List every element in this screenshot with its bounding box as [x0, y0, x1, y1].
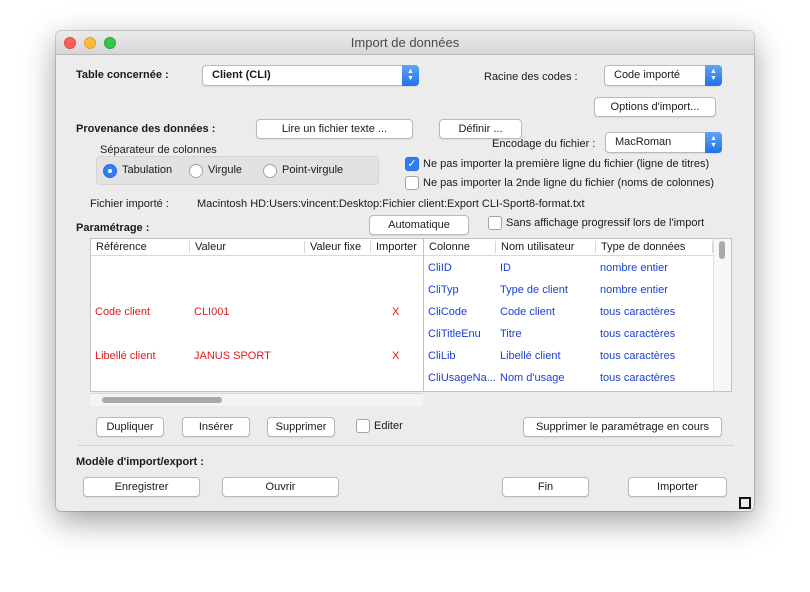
provenance-label: Provenance des données : — [76, 123, 216, 135]
header-importer[interactable]: Importer — [376, 241, 417, 253]
fichier-importe-value: Macintosh HD:Users:vincent:Desktop:Fichi… — [197, 198, 585, 210]
automatique-button[interactable]: Automatique — [369, 215, 469, 235]
header-nom-utilisateur[interactable]: Nom utilisateur — [501, 241, 574, 253]
encodage-value: MacRoman — [615, 136, 672, 148]
col-user-name[interactable]: Nom d'usage — [500, 372, 564, 384]
radio-tabulation[interactable] — [103, 164, 117, 178]
racine-value: Code importé — [614, 69, 681, 81]
vscroll-thumb[interactable] — [719, 241, 725, 259]
left-table-header: Référence Valeur Valeur fixe Importer — [91, 239, 423, 256]
left-table-hscrollbar[interactable] — [90, 393, 423, 406]
row-ref[interactable]: Code client — [95, 306, 150, 318]
parametrage-label: Paramétrage : — [76, 222, 150, 234]
radio-point-virgule-label: Point-virgule — [282, 164, 344, 176]
right-table-header: Colonne Nom utilisateur Type de données — [424, 239, 731, 256]
row-valeur[interactable]: JANUS SPORT — [194, 350, 271, 362]
column-divider — [495, 241, 496, 253]
col-name[interactable]: CliID — [428, 262, 452, 274]
separateur-group: Tabulation Virgule Point-virgule — [96, 156, 379, 185]
lire-fichier-button[interactable]: Lire un fichier texte ... — [256, 119, 413, 139]
header-valeur-fixe[interactable]: Valeur fixe — [310, 241, 361, 253]
import-window: Import de données Table concernée : Clie… — [56, 31, 754, 511]
fichier-importe-label: Fichier importé : — [90, 198, 169, 210]
racine-label: Racine des codes : — [484, 71, 578, 83]
resize-grip-icon[interactable] — [739, 497, 751, 509]
checkbox-sans-affichage[interactable] — [488, 216, 502, 230]
window-title: Import de données — [350, 35, 460, 50]
checkbox-premiere-ligne[interactable]: ✓ — [405, 157, 419, 171]
table-concernee-value: Client (CLI) — [212, 69, 271, 81]
right-table-vscrollbar[interactable] — [713, 239, 731, 391]
col-name[interactable]: CliTyp — [428, 284, 459, 296]
encodage-select[interactable]: MacRoman ▲ ▼ — [605, 132, 722, 153]
table-concernee-label: Table concernée : — [76, 69, 169, 81]
checkbox-seconde-ligne[interactable] — [405, 176, 419, 190]
column-divider — [304, 241, 305, 253]
dupliquer-button[interactable]: Dupliquer — [96, 417, 164, 437]
col-name[interactable]: CliLib — [428, 350, 456, 362]
header-colonne[interactable]: Colonne — [429, 241, 470, 253]
radio-tabulation-label: Tabulation — [122, 164, 173, 176]
column-divider — [189, 241, 190, 253]
col-name[interactable]: CliTitleEnu — [428, 328, 481, 340]
col-type[interactable]: nombre entier — [600, 262, 668, 274]
chevron-updown-icon: ▲ ▼ — [705, 132, 722, 153]
checkmark-icon: ✓ — [407, 158, 417, 170]
row-ref[interactable]: Libellé client — [95, 350, 156, 362]
ouvrir-button[interactable]: Ouvrir — [222, 477, 339, 497]
col-user-name[interactable]: Titre — [500, 328, 522, 340]
modele-label: Modèle d'import/export : — [76, 456, 204, 468]
hscroll-thumb[interactable] — [102, 397, 222, 403]
inserer-button[interactable]: Insérer — [182, 417, 250, 437]
title-bar: Import de données — [56, 31, 754, 55]
col-type[interactable]: tous caractères — [600, 306, 675, 318]
col-user-name[interactable]: ID — [500, 262, 511, 274]
supprimer-parametrage-button[interactable]: Supprimer le paramétrage en cours — [523, 417, 722, 437]
radio-point-virgule[interactable] — [263, 164, 277, 178]
premiere-ligne-label: Ne pas importer la première ligne du fic… — [423, 158, 710, 170]
col-type[interactable]: nombre entier — [600, 284, 668, 296]
col-type[interactable]: tous caractères — [600, 350, 675, 362]
col-name[interactable]: CliCode — [428, 306, 467, 318]
checkbox-editer[interactable] — [356, 419, 370, 433]
col-type[interactable]: tous caractères — [600, 372, 675, 384]
seconde-ligne-label: Ne pas importer la 2nde ligne du fichier… — [423, 177, 715, 189]
racine-select[interactable]: Code importé ▲ ▼ — [604, 65, 722, 86]
right-columns-table: Colonne Nom utilisateur Type de données … — [423, 238, 732, 392]
enregistrer-button[interactable]: Enregistrer — [83, 477, 200, 497]
supprimer-button[interactable]: Supprimer — [267, 417, 335, 437]
col-user-name[interactable]: Libellé client — [500, 350, 561, 362]
editer-label: Editer — [374, 420, 403, 432]
section-divider — [78, 445, 734, 446]
sans-affichage-label: Sans affichage progressif lors de l'impo… — [506, 217, 705, 229]
row-importer[interactable]: X — [392, 350, 399, 362]
encodage-label: Encodage du fichier : — [492, 138, 596, 150]
left-params-table: Référence Valeur Valeur fixe Importer Co… — [90, 238, 424, 392]
col-user-name[interactable]: Code client — [500, 306, 555, 318]
col-user-name[interactable]: Type de client — [500, 284, 568, 296]
fin-button[interactable]: Fin — [502, 477, 589, 497]
column-divider — [595, 241, 596, 253]
definir-button[interactable]: Définir ... — [439, 119, 522, 139]
col-name[interactable]: CliUsageNa... — [428, 372, 496, 384]
chevron-updown-icon: ▲ ▼ — [705, 65, 722, 86]
column-divider — [370, 241, 371, 253]
chevron-updown-icon: ▲ ▼ — [402, 65, 419, 86]
col-type[interactable]: tous caractères — [600, 328, 675, 340]
header-valeur[interactable]: Valeur — [195, 241, 226, 253]
options-import-button[interactable]: Options d'import... — [594, 97, 716, 117]
row-valeur[interactable]: CLI001 — [194, 306, 229, 318]
table-concernee-select[interactable]: Client (CLI) ▲ ▼ — [202, 65, 419, 86]
separateur-label: Séparateur de colonnes — [100, 144, 217, 156]
row-importer[interactable]: X — [392, 306, 399, 318]
radio-virgule-label: Virgule — [208, 164, 243, 176]
header-reference[interactable]: Référence — [96, 241, 147, 253]
importer-button[interactable]: Importer — [628, 477, 727, 497]
header-type-donnees[interactable]: Type de données — [601, 241, 685, 253]
radio-virgule[interactable] — [189, 164, 203, 178]
